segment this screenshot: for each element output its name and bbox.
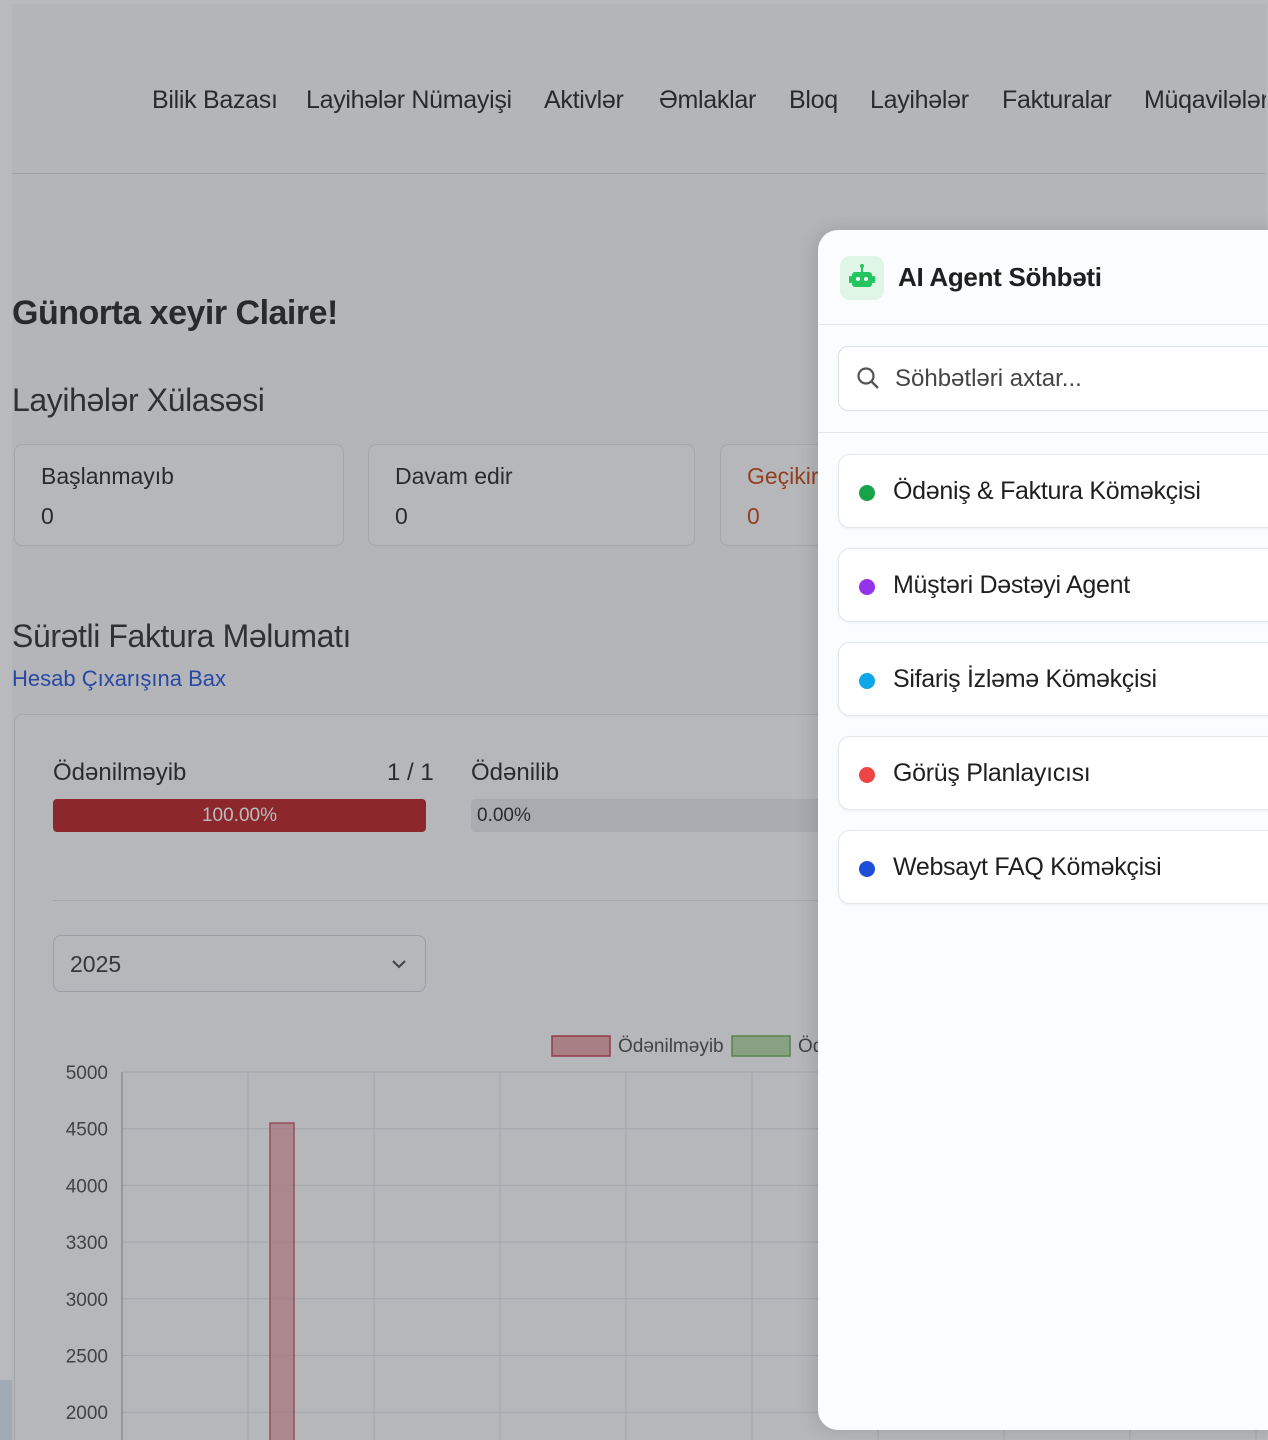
agent-name: Sifariş İzləmə Köməkçisi [893, 665, 1157, 693]
agent-item-order-tracking[interactable]: Sifariş İzləmə Köməkçisi [838, 642, 1268, 716]
agent-name: Görüş Planlayıcısı [893, 759, 1091, 787]
agent-item-website-faq[interactable]: Websayt FAQ Köməkçisi [838, 830, 1268, 904]
status-dot [859, 861, 875, 877]
status-dot [859, 673, 875, 689]
ai-chat-panel: AI Agent Söhbəti Ödəniş & Faktura Köməkç… [818, 230, 1268, 1430]
chat-search-input[interactable] [895, 361, 1268, 397]
divider [818, 432, 1268, 433]
status-dot [859, 767, 875, 783]
agent-item-billing[interactable]: Ödəniş & Faktura Köməkçisi [838, 454, 1268, 528]
chat-search [838, 346, 1268, 411]
agent-name: Müştəri Dəstəyi Agent [893, 571, 1130, 599]
chat-header: AI Agent Söhbəti [818, 230, 1268, 325]
agent-name: Websayt FAQ Köməkçisi [893, 853, 1162, 881]
robot-icon [840, 256, 884, 300]
status-dot [859, 579, 875, 595]
search-icon [855, 365, 881, 396]
status-dot [859, 485, 875, 501]
chat-title: AI Agent Söhbəti [898, 262, 1102, 292]
agent-item-customer-support[interactable]: Müştəri Dəstəyi Agent [838, 548, 1268, 622]
agent-name: Ödəniş & Faktura Köməkçisi [893, 477, 1201, 505]
agent-item-meeting-scheduler[interactable]: Görüş Planlayıcısı [838, 736, 1268, 810]
